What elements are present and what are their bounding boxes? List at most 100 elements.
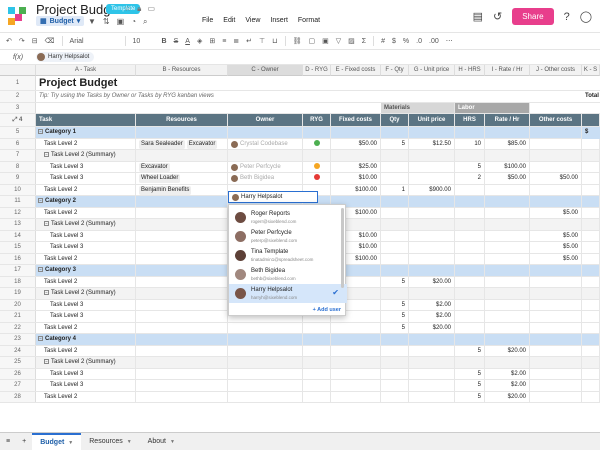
cell-unit[interactable] [409,253,455,264]
cell-hrs[interactable] [455,242,485,253]
cell-res[interactable] [136,127,228,138]
cell-fixed[interactable] [331,368,381,379]
cell-hrs[interactable]: 10 [455,138,485,149]
resource-chip[interactable]: Benjamin Benefits [139,185,192,195]
menu-file[interactable]: File [202,17,213,24]
cell-other[interactable] [530,196,582,207]
cell-unit[interactable] [409,196,455,207]
cell-unit[interactable]: $900.00 [409,184,455,195]
cell-k[interactable] [582,265,600,276]
cell-qty[interactable] [381,380,409,391]
row-number[interactable]: 23 [0,334,36,345]
cell-hrs[interactable] [455,253,485,264]
cell-qty[interactable]: 5 [381,311,409,322]
add-sheet-icon[interactable]: + [16,438,32,445]
cell-unit[interactable] [409,173,455,184]
cell-ryg[interactable] [303,345,331,356]
cell-res[interactable]: Excavator [136,161,228,172]
cell-k[interactable] [582,242,600,253]
owner-chip[interactable]: Beth Bigidea [231,173,274,184]
cell-task[interactable]: − Category 2 [36,196,136,207]
cell-task[interactable]: − Task Level 2 (Summary) [36,150,136,161]
paint-icon[interactable]: ◔ [131,17,136,27]
cell-k[interactable] [582,322,600,333]
cell-task[interactable]: − Category 4 [36,334,136,345]
history-icon[interactable]: ↺ [493,10,502,23]
cell-rate[interactable]: $100.00 [485,161,530,172]
row-number[interactable]: 5 [0,127,36,138]
cell-hrs[interactable]: 5 [455,391,485,402]
cell-fixed[interactable] [331,357,381,368]
cell-rate[interactable] [485,230,530,241]
lock-icon[interactable]: 🔒︎ [137,4,141,14]
cell-task[interactable]: − Task Level 2 (Summary) [36,357,136,368]
cell-owner[interactable] [228,380,303,391]
folder-icon[interactable]: ▭ [147,4,155,14]
cell-other[interactable]: $5.00 [530,253,582,264]
cell-k[interactable] [582,253,600,264]
cell-hrs[interactable] [455,288,485,299]
cell-task[interactable]: Task Level 2 [36,207,136,218]
column-header-c[interactable]: C - Owner [228,65,303,76]
filter-icon[interactable]: ▼ [88,17,96,27]
cell-task[interactable]: Task Level 3 [36,230,136,241]
cell-hrs[interactable] [455,196,485,207]
menu-view[interactable]: View [245,17,260,24]
menu-format[interactable]: Format [298,17,320,24]
cell-hrs[interactable]: 5 [455,161,485,172]
row-number[interactable]: 6 [0,138,36,149]
cell-unit[interactable] [409,368,455,379]
cell-res[interactable] [136,242,228,253]
increase-decimal-icon[interactable]: .00 [429,38,439,45]
cell-hrs[interactable] [455,311,485,322]
row-number[interactable]: 28 [0,391,36,402]
undo-icon[interactable]: ↶ [6,37,12,45]
cell-k[interactable] [582,391,600,402]
fill-color-icon[interactable]: ◈ [197,37,202,45]
cell-task[interactable]: Task Level 2 [36,253,136,264]
font-family-select[interactable]: Arial [70,38,118,45]
cell-res[interactable] [136,391,228,402]
cell-qty[interactable] [381,173,409,184]
cell-qty[interactable] [381,219,409,230]
cell-res[interactable] [136,219,228,230]
cell-qty[interactable] [381,242,409,253]
header-rate[interactable]: Rate / Hr [485,114,530,126]
cell-unit[interactable] [409,230,455,241]
cell-other[interactable] [530,357,582,368]
cell-other[interactable] [530,184,582,195]
cell-unit[interactable] [409,207,455,218]
cell-ryg[interactable] [303,391,331,402]
header-resources[interactable]: Resources [136,114,228,126]
corner-header[interactable] [0,65,36,76]
bold-icon[interactable]: B [162,38,167,45]
text-color-icon[interactable]: A [185,38,190,45]
function-icon[interactable]: Σ [362,38,366,45]
cell-rate[interactable] [485,334,530,345]
cell-rate[interactable]: $85.00 [485,138,530,149]
row-number[interactable]: 15 [0,242,36,253]
cell-unit[interactable] [409,219,455,230]
cell-owner[interactable] [228,391,303,402]
collapse-icon[interactable]: − [38,266,43,272]
more-formats-icon[interactable]: ⋯ [446,37,453,45]
collapse-icon[interactable]: − [38,128,43,134]
cell-res[interactable] [136,253,228,264]
borders-icon[interactable]: ⊞ [209,37,215,45]
cell-unit[interactable] [409,161,455,172]
cell-k[interactable] [582,196,600,207]
font-size-select[interactable]: 10 [133,38,155,45]
cell-task[interactable]: Task Level 3 [36,311,136,322]
user-option[interactable]: Harry Helpsalot harryh@sixeblend.com ✔ [229,284,347,303]
header-hrs[interactable]: HRS [455,114,485,126]
cell-qty[interactable] [381,196,409,207]
cell-k[interactable] [582,161,600,172]
strikethrough-icon[interactable]: S [174,38,179,45]
cell-other[interactable]: $50.00 [530,173,582,184]
cell-k[interactable] [582,311,600,322]
cell-other[interactable] [530,265,582,276]
row-number[interactable]: 22 [0,322,36,333]
search-icon[interactable]: ⌕ [143,17,147,27]
user-option[interactable]: Tina Template tinatadmin1@spreadsheet.com [229,246,347,265]
cell-res[interactable]: Benjamin Benefits [136,184,228,195]
